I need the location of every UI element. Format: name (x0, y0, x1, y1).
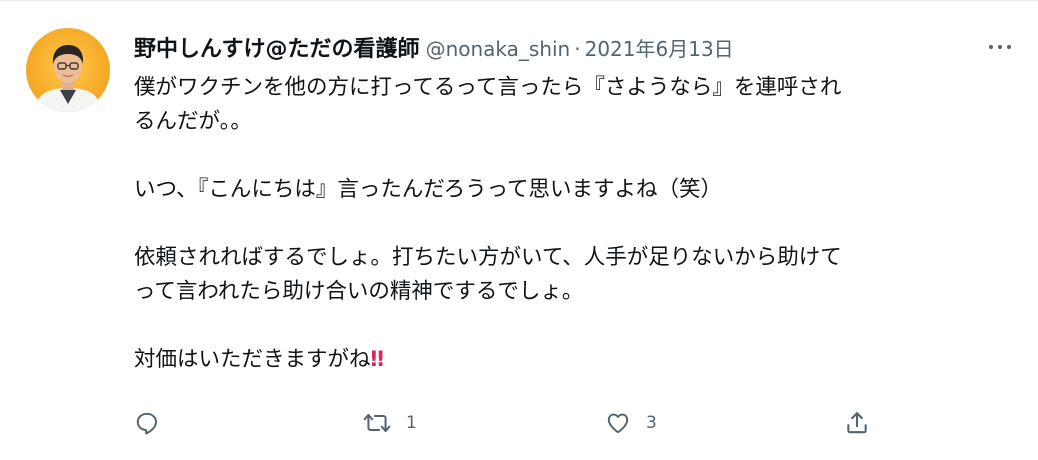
share-button[interactable] (844, 405, 870, 441)
avatar[interactable] (26, 28, 110, 112)
tweet-date[interactable]: 2021年6月13日 (585, 33, 734, 62)
like-icon (607, 413, 629, 434)
tweet-text-line: 対価はいただきますがね‼ (134, 343, 1014, 377)
author-display-name[interactable]: 野中しんすけ@ただの看護師 (134, 31, 420, 63)
separator-dot: · (574, 37, 581, 61)
tweet-text-line: 依頼されればするでしょ。打ちたい方がいて、人手が足りないから助けて (134, 245, 842, 270)
author-handle[interactable]: @nonaka_shin (426, 37, 571, 61)
tweet-card[interactable]: 野中しんすけ@ただの看護師 @nonaka_shin · 2021年6月13日 … (0, 0, 1038, 460)
tweet-text-last: 対価はいただきますがね (134, 347, 371, 372)
retweet-count: 1 (406, 413, 417, 433)
tweet-text: 僕がワクチンを他の方に打ってるって言ったら『さようなら』を連呼され るんだが。。… (134, 71, 1014, 377)
reply-icon (136, 412, 157, 435)
retweet-icon (363, 413, 391, 433)
share-icon (847, 412, 867, 434)
avatar-person-image (34, 45, 102, 112)
tweet-text-line: いつ、『こんにちは』言ったんだろうって思いますよね（笑） (134, 177, 723, 202)
retweet-button[interactable]: 1 (362, 405, 417, 441)
tweet-actions: 1 3 (134, 405, 874, 441)
double-exclamation-emoji: ‼ (370, 347, 385, 372)
tweet-text-line: って言われたら助け合いの精神でするでしょ。 (134, 279, 584, 304)
like-button[interactable]: 3 (604, 405, 657, 441)
tweet-header: 野中しんすけ@ただの看護師 @nonaka_shin · 2021年6月13日 (134, 31, 734, 65)
tweet-text-line: 僕がワクチンを他の方に打ってるって言ったら『さようなら』を連呼され (134, 75, 842, 100)
reply-button[interactable] (134, 405, 160, 441)
like-count: 3 (646, 413, 657, 433)
tweet-text-line: るんだが。。 (134, 109, 252, 134)
more-options-icon[interactable] (982, 37, 1018, 57)
